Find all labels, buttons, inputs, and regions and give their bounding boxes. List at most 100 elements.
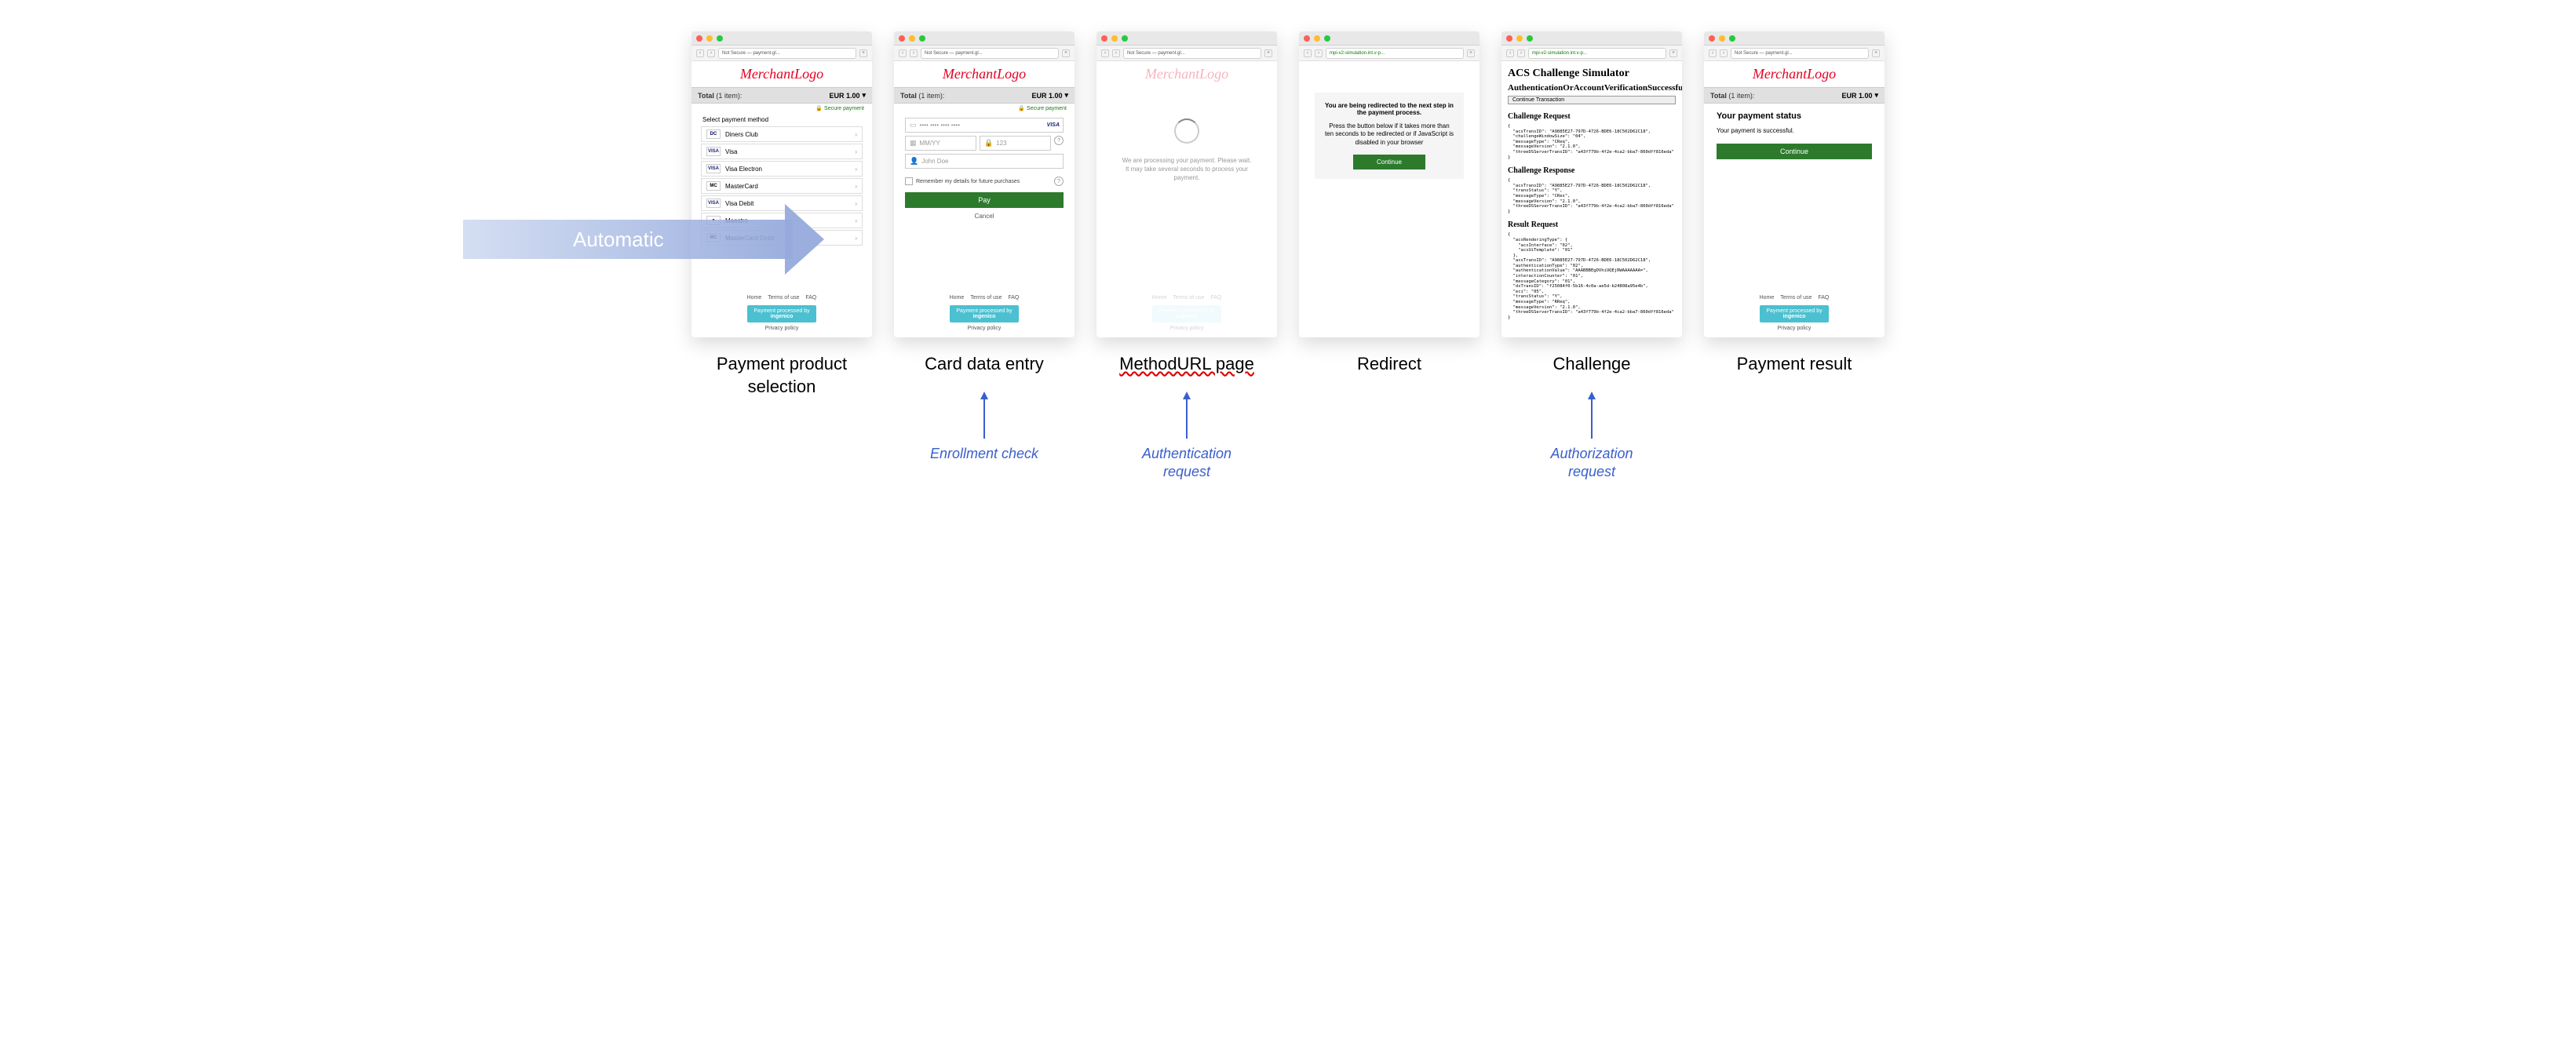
total-amount[interactable]: EUR 1.00 ▾ [829, 91, 866, 100]
back-icon[interactable]: ‹ [1101, 49, 1109, 57]
terms-link[interactable]: Terms of use [768, 295, 799, 301]
close-tab-icon[interactable]: × [1467, 49, 1475, 57]
sub-arrow-authreq: Authenticationrequest [1142, 392, 1231, 482]
url-bar[interactable]: Not Secure — payment.gl... [1731, 48, 1869, 59]
checkbox[interactable] [905, 177, 913, 185]
minimize-dot[interactable] [1719, 35, 1725, 42]
cancel-button[interactable]: Cancel [894, 211, 1075, 221]
continue-transaction-button[interactable]: Continue Transaction [1508, 96, 1676, 104]
close-dot[interactable] [899, 35, 905, 42]
minimize-dot[interactable] [706, 35, 713, 42]
close-dot[interactable] [1709, 35, 1715, 42]
footer-links: Home Terms of use FAQ [900, 295, 1068, 301]
close-tab-icon[interactable]: × [859, 49, 867, 57]
fwd-icon[interactable]: › [707, 49, 715, 57]
titlebar [1096, 31, 1277, 46]
payment-method-item[interactable]: MCMasterCard› [701, 178, 863, 194]
page-content: MerchantLogo Total (1 item):EUR 1.00 ▾ Y… [1704, 61, 1885, 337]
total-amount[interactable]: EUR 1.00 ▾ [1031, 91, 1068, 100]
terms-link[interactable]: Terms of use [1780, 295, 1812, 301]
url-bar[interactable]: mpi-v2-simulation.int.v-p... [1528, 48, 1666, 59]
close-tab-icon[interactable]: × [1872, 49, 1880, 57]
close-dot[interactable] [1304, 35, 1310, 42]
back-icon[interactable]: ‹ [1304, 49, 1312, 57]
processing-text: We are processing your payment. Please w… [1096, 156, 1277, 183]
home-link[interactable]: Home [950, 295, 965, 301]
redirect-header: You are being redirected to the next ste… [1324, 102, 1454, 116]
maximize-dot[interactable] [919, 35, 925, 42]
minimize-dot[interactable] [1314, 35, 1320, 42]
challenge-response-json: { "acsTransID": "A9885E27-797D-4726-BDE6… [1508, 178, 1676, 214]
pay-button[interactable]: Pay [905, 192, 1064, 208]
fwd-icon[interactable]: › [1517, 49, 1525, 57]
maximize-dot[interactable] [1527, 35, 1533, 42]
back-icon[interactable]: ‹ [1709, 49, 1717, 57]
minimize-dot[interactable] [1111, 35, 1118, 42]
back-icon[interactable]: ‹ [696, 49, 704, 57]
payment-method-item[interactable]: VISAVisa Debit› [701, 195, 863, 211]
maximize-dot[interactable] [1324, 35, 1330, 42]
secure-payment-label: 🔒 Secure payment [691, 104, 872, 113]
payment-method-item[interactable]: VISAVisa› [701, 144, 863, 159]
payment-method-list: DCDiners Club› VISAVisa› VISAVisa Electron… [691, 126, 872, 246]
back-icon[interactable]: ‹ [1506, 49, 1514, 57]
minimize-dot[interactable] [1516, 35, 1523, 42]
close-dot[interactable] [1506, 35, 1512, 42]
fwd-icon[interactable]: › [1112, 49, 1120, 57]
privacy-link[interactable]: Privacy policy [698, 326, 866, 331]
url-bar[interactable]: Not Secure — payment.gl... [921, 48, 1059, 59]
close-tab-icon[interactable]: × [1669, 49, 1677, 57]
remember-checkbox-row[interactable]: Remember my details for future purchases… [894, 173, 1075, 189]
chevron-down-icon: ▾ [862, 91, 866, 100]
page-footer: HomeTerms of useFAQPayment processed byi… [1704, 289, 1885, 337]
maximize-dot[interactable] [717, 35, 723, 42]
cvv-input[interactable]: 🔒123 [980, 136, 1051, 151]
home-link[interactable]: Home [747, 295, 762, 301]
close-tab-icon[interactable]: × [1062, 49, 1070, 57]
card-brand-icon: DC [706, 129, 721, 139]
payment-method-item[interactable]: ●Maestro› [701, 213, 863, 228]
url-bar[interactable]: mpi-v2-simulation.int.v-p... [1326, 48, 1464, 59]
maximize-dot[interactable] [1122, 35, 1128, 42]
titlebar [894, 31, 1075, 46]
browser-window-2: ‹›Not Secure — payment.gl...× MerchantLo… [894, 31, 1075, 337]
authz-label: Authorizationrequest [1550, 445, 1633, 482]
total-label: Total (1 item): [698, 92, 742, 100]
payment-method-item[interactable]: DCDiners Club› [701, 126, 863, 142]
privacy-link[interactable]: Privacy policy [1710, 326, 1878, 331]
challenge-title: ACS Challenge Simulator [1508, 67, 1676, 80]
fwd-icon[interactable]: › [910, 49, 918, 57]
payment-method-item[interactable]: VISAVisa Electron› [701, 161, 863, 177]
expiry-input[interactable]: ▦MM/YY [905, 136, 976, 151]
close-dot[interactable] [1101, 35, 1107, 42]
faq-link[interactable]: FAQ [805, 295, 816, 301]
terms-link[interactable]: Terms of use [970, 295, 1002, 301]
help-icon[interactable]: ? [1054, 177, 1064, 186]
help-icon[interactable]: ? [1054, 136, 1064, 145]
home-link[interactable]: Home [1760, 295, 1775, 301]
url-bar[interactable]: Not Secure — payment.gl... [1123, 48, 1261, 59]
faq-link[interactable]: FAQ [1008, 295, 1019, 301]
maximize-dot[interactable] [1729, 35, 1735, 42]
url-bar[interactable]: Not Secure — payment.gl... [718, 48, 856, 59]
result-request-json: { "acsRenderingType": { "acsInterface": … [1508, 232, 1676, 320]
method-name: MasterCard Debit [725, 235, 775, 242]
card-number-input[interactable]: ▭•••• •••• •••• ••••VISA [905, 118, 1064, 133]
close-tab-icon[interactable]: × [1264, 49, 1272, 57]
challenge-content: ACS Challenge Simulator AuthenticationOr… [1501, 61, 1682, 337]
privacy-link[interactable]: Privacy policy [900, 326, 1068, 331]
minimize-dot[interactable] [909, 35, 915, 42]
fwd-icon[interactable]: › [1720, 49, 1728, 57]
close-dot[interactable] [696, 35, 702, 42]
up-arrow-icon [1584, 392, 1600, 439]
fwd-icon[interactable]: › [1315, 49, 1323, 57]
payment-method-item[interactable]: MCMasterCard Debit› [701, 230, 863, 246]
merchant-logo: MerchantLogo [691, 61, 872, 87]
faq-link[interactable]: FAQ [1818, 295, 1829, 301]
back-icon[interactable]: ‹ [899, 49, 907, 57]
total-amount[interactable]: EUR 1.00 ▾ [1841, 91, 1878, 100]
continue-button[interactable]: Continue [1717, 144, 1872, 159]
continue-button[interactable]: Continue [1353, 155, 1425, 169]
name-input[interactable]: 👤John Doe [905, 154, 1064, 169]
total-row: Total (1 item):EUR 1.00 ▾ [894, 87, 1075, 104]
